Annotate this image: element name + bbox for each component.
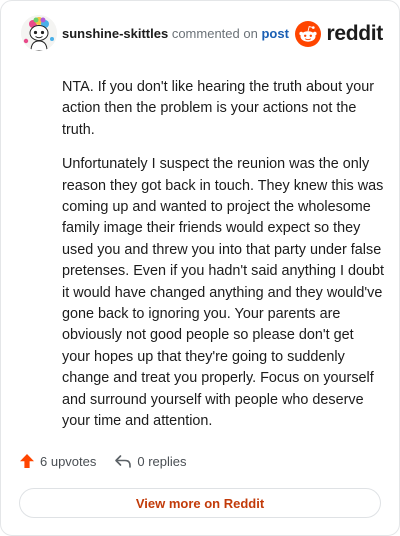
username-link[interactable]: sunshine-skittles [62,26,168,41]
view-more-button[interactable]: View more on Reddit [19,488,381,518]
reddit-logo[interactable]: reddit [295,21,383,47]
upvote-arrow-icon [20,454,34,468]
reddit-wordmark: reddit [326,22,383,45]
comment-paragraph: Unfortunately I suspect the reunion was … [62,156,384,430]
replies-count: 0 replies [137,453,187,469]
replies-button[interactable]: 0 replies [114,453,187,469]
reply-arrow-icon [115,455,132,468]
upvotes-count: 6 upvotes [40,453,97,469]
comment-paragraph: NTA. If you don't like hearing the truth… [62,79,375,138]
commented-on-text: commented on [171,26,258,41]
user-avatar[interactable] [21,15,57,51]
post-link[interactable]: post [261,26,288,41]
comment-actions: 6 upvotes 0 replies [19,453,187,469]
comment-header: sunshine-skittles commented on post redd… [21,15,383,53]
avatar-snoo-icon [21,15,57,51]
reddit-snoo-icon [295,21,322,47]
comment-body: NTA. If you don't like hearing the truth… [62,77,384,446]
upvote-button[interactable]: 6 upvotes [19,453,96,469]
comment-embed-card: sunshine-skittles commented on post redd… [0,0,400,536]
comment-byline: sunshine-skittles commented on post [62,26,289,42]
